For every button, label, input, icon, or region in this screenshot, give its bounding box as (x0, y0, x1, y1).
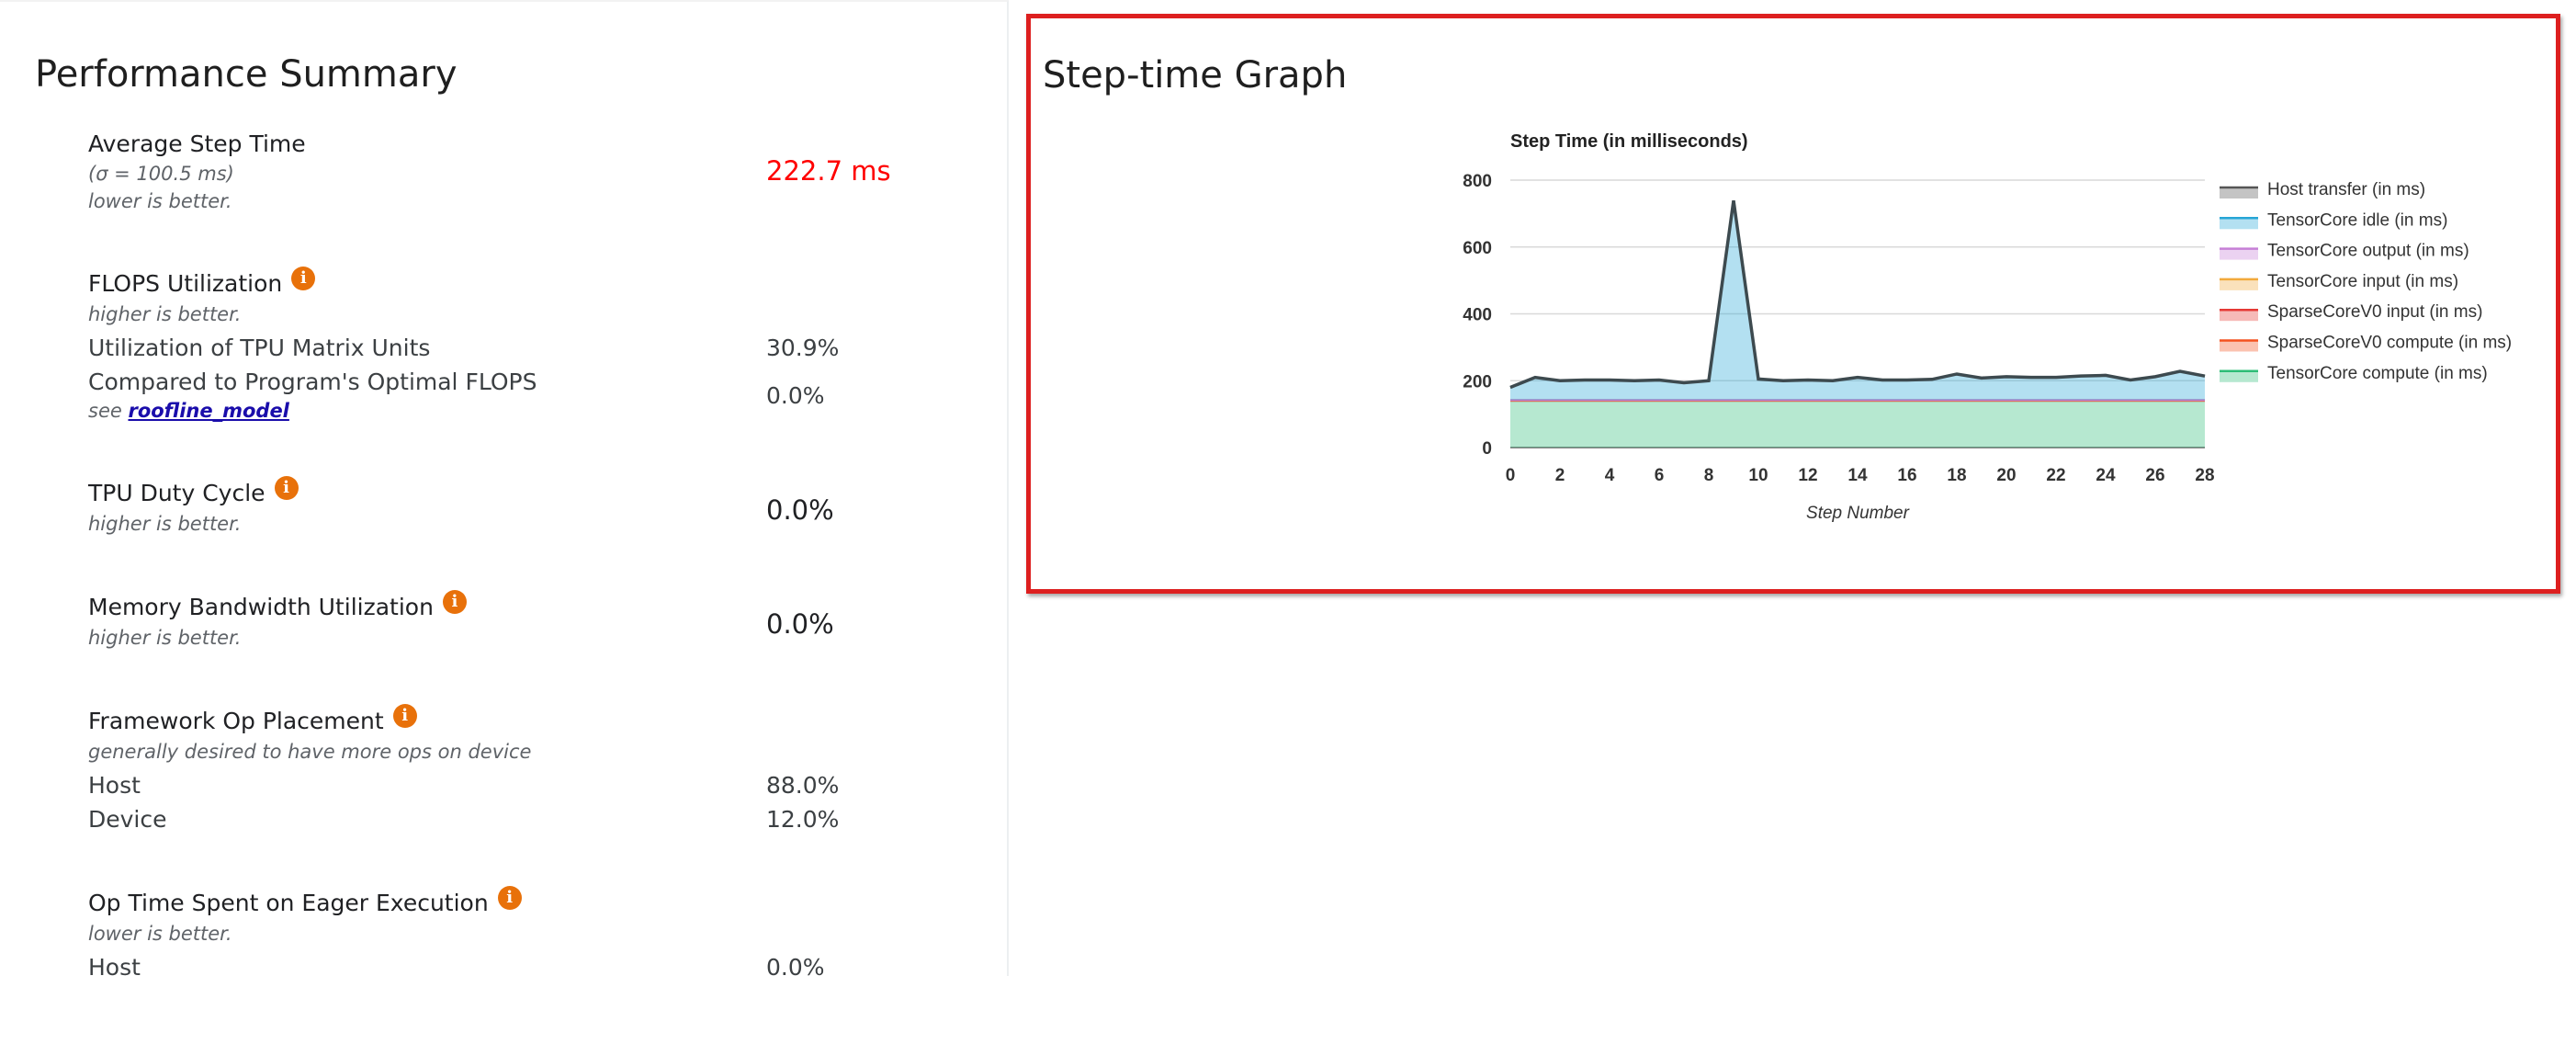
x-tick-label: 8 (1704, 466, 1714, 485)
tpu-duty-cycle-title: TPU Duty Cycle i (88, 475, 299, 506)
average-step-time-hint: lower is better. (88, 190, 232, 212)
placement-row-value: 12.0% (766, 806, 840, 833)
flops-row-label: Utilization of TPU Matrix Units (88, 335, 431, 361)
panel-title: Performance Summary (35, 53, 458, 96)
legend-label: TensorCore input (in ms) (2267, 272, 2458, 291)
placement-row-label: Device (88, 806, 167, 833)
legend-swatch (2220, 370, 2258, 382)
info-icon[interactable]: i (274, 475, 299, 500)
roofline-see: see roofline_model (88, 400, 289, 422)
x-tick-label: 2 (1555, 466, 1565, 485)
flops-row-label: Compared to Program's Optimal FLOPS (88, 369, 537, 395)
memory-bandwidth-title: Memory Bandwidth Utilization i (88, 589, 467, 620)
legend-label: SparseCoreV0 compute (in ms) (2267, 334, 2512, 353)
x-tick-label: 10 (1748, 466, 1768, 485)
memory-bandwidth-value: 0.0% (766, 608, 834, 640)
legend-label: Host transfer (in ms) (2267, 180, 2425, 199)
x-tick-label: 26 (2145, 466, 2164, 485)
total-step-time-line (1509, 199, 2206, 390)
info-icon[interactable]: i (291, 266, 316, 290)
series-area (1510, 401, 2205, 448)
flops-row-value: 0.0% (766, 382, 825, 409)
average-step-time-sigma: (σ = 100.5 ms) (88, 163, 234, 185)
x-axis-label: Step Number (1806, 504, 1910, 523)
framework-op-placement-hint: generally desired to have more ops on de… (88, 741, 532, 763)
legend-label: TensorCore output (in ms) (2267, 242, 2469, 261)
x-tick-label: 28 (2195, 466, 2214, 485)
legend-swatch (2220, 218, 2258, 230)
x-tick-label: 14 (1847, 466, 1868, 485)
legend-swatch (2220, 248, 2258, 260)
flops-utilization-title: FLOPS Utilization i (88, 266, 316, 297)
average-step-time-title: Average Step Time (88, 130, 306, 157)
legend-label: SparseCoreV0 input (in ms) (2267, 302, 2482, 322)
memory-bandwidth-hint: higher is better. (88, 627, 242, 649)
legend-swatch (2220, 278, 2258, 290)
x-tick-label: 20 (1996, 466, 2016, 485)
legend-swatch (2220, 310, 2258, 322)
legend-label: TensorCore compute (in ms) (2267, 364, 2488, 383)
placement-row-label: Host (88, 772, 141, 799)
legend-label: TensorCore idle (in ms) (2267, 210, 2447, 230)
y-tick-label: 800 (1463, 172, 1492, 191)
info-icon[interactable]: i (497, 885, 522, 910)
info-icon[interactable]: i (442, 589, 467, 614)
x-tick-label: 18 (1947, 466, 1966, 485)
y-tick-label: 600 (1463, 239, 1492, 258)
x-tick-label: 22 (2046, 466, 2065, 485)
y-tick-label: 400 (1463, 306, 1492, 325)
flops-row-value: 30.9% (766, 335, 840, 361)
step-time-chart[interactable]: Step Time (in milliseconds)0200400600800… (1031, 18, 2556, 589)
legend-swatch (2220, 340, 2258, 352)
legend-swatch (2220, 187, 2258, 199)
tpu-duty-cycle-value: 0.0% (766, 494, 834, 526)
x-tick-label: 6 (1655, 466, 1665, 485)
x-tick-label: 0 (1506, 466, 1516, 485)
tpu-duty-cycle-hint: higher is better. (88, 513, 242, 535)
x-tick-label: 24 (2096, 466, 2116, 485)
framework-op-placement-title: Framework Op Placement i (88, 703, 417, 734)
series-line (1509, 200, 2206, 389)
info-icon[interactable]: i (392, 703, 417, 728)
flops-utilization-hint: higher is better. (88, 303, 242, 325)
eager-execution-title: Op Time Spent on Eager Execution i (88, 885, 522, 916)
placement-row-value: 88.0% (766, 772, 840, 799)
x-tick-label: 16 (1897, 466, 1916, 485)
eager-row-label: Host (88, 954, 141, 976)
y-tick-label: 200 (1463, 372, 1492, 392)
average-step-time-value: 222.7 ms (766, 155, 891, 187)
x-tick-label: 4 (1605, 466, 1615, 485)
eager-execution-hint: lower is better. (88, 923, 232, 945)
x-tick-label: 12 (1798, 466, 1817, 485)
step-time-graph-panel: Step-time Graph Step Time (in millisecon… (1026, 14, 2560, 594)
roofline-model-link[interactable]: roofline_model (128, 400, 288, 422)
series-area (1510, 200, 2205, 401)
performance-summary-panel: Performance Summary Average Step Time (σ… (0, 0, 1009, 976)
series-line (1509, 200, 2206, 389)
chart-title: Step Time (in milliseconds) (1510, 131, 1748, 152)
y-tick-label: 0 (1482, 439, 1492, 459)
eager-row-value: 0.0% (766, 954, 825, 976)
